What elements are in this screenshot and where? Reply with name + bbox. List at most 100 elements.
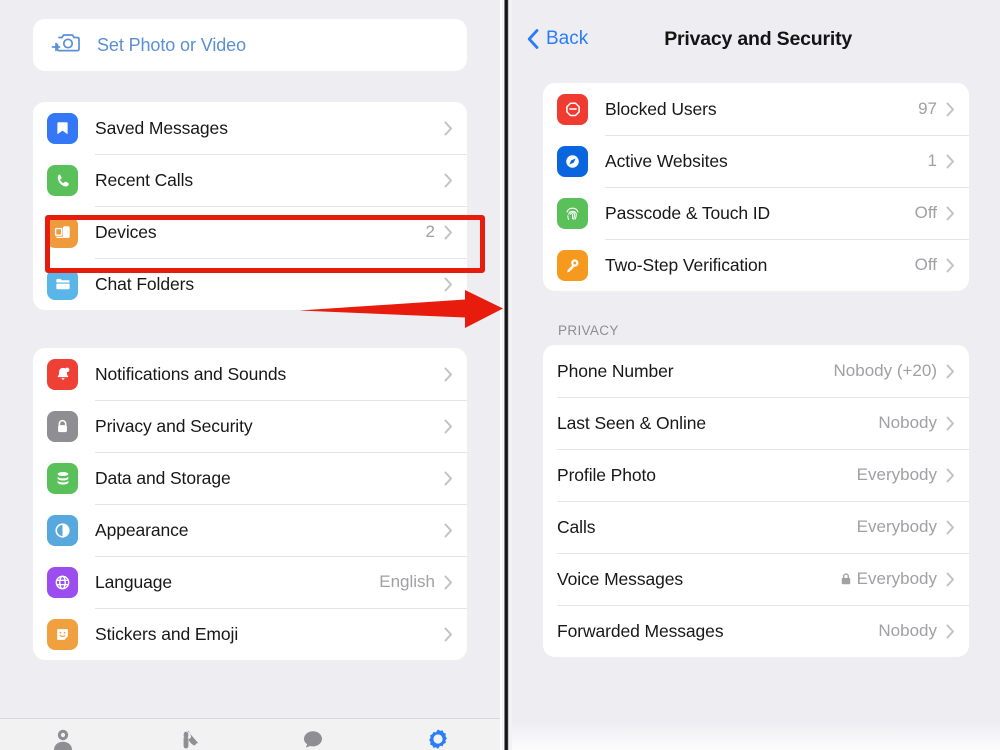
privacy-row-value-wrap: Everybody [840,569,937,589]
security-row-passcode-touch-id[interactable]: Passcode & Touch ID Off [543,187,969,239]
privacy-section-header: PRIVACY [558,323,619,338]
privacy-row-value: Everybody [856,569,937,588]
privacy-row-label: Calls [557,516,596,537]
settings-row-appearance[interactable]: Appearance [33,504,467,556]
privacy-row-value: Nobody [878,621,937,640]
settings-row-data-storage[interactable]: Data and Storage [33,452,467,504]
settings-row-label: Chat Folders [95,273,194,294]
privacy-row-phone-number[interactable]: Phone Number Nobody (+20) [543,345,969,397]
privacy-row-voice-messages[interactable]: Voice Messages Everybody [543,553,969,605]
privacy-card: Phone Number Nobody (+20) Last Seen & On… [543,345,969,657]
security-row-blocked-users[interactable]: Blocked Users 97 [543,83,969,135]
settings-panel: Set Photo or Video Saved Messages Recent… [0,0,500,750]
tab-contacts[interactable] [0,719,125,750]
privacy-row-label: Voice Messages [557,568,684,589]
chevron-right-icon [444,627,452,641]
settings-row-privacy-security[interactable]: Privacy and Security [33,400,467,452]
back-label: Back [546,28,589,49]
chevron-right-icon [444,173,452,187]
database-icon [47,462,78,494]
bottom-fade-overlay [512,722,1000,750]
tab-calls[interactable] [125,719,250,750]
chevron-right-icon [946,102,954,116]
account-settings-card: Saved Messages Recent Calls Devices 2 Ch… [33,102,467,310]
key-icon [557,249,588,281]
security-row-active-websites[interactable]: Active Websites 1 [543,135,969,187]
panel-divider [500,0,512,750]
fingerprint-icon [557,197,588,229]
chevron-right-icon [946,572,954,586]
settings-row-label: Privacy and Security [95,415,253,436]
settings-row-label: Appearance [95,519,189,540]
chevron-right-icon [444,277,452,291]
calls-icon [183,730,198,749]
chevron-right-icon [946,258,954,272]
nav-bar: Back Privacy and Security [512,22,1000,56]
security-card: Blocked Users 97 Active Websites 1 Passc… [543,83,969,291]
settings-row-label: Devices [95,221,157,242]
privacy-row-value: Everybody [856,465,937,484]
security-row-label: Blocked Users [605,98,717,119]
settings-row-devices[interactable]: Devices 2 [33,206,467,258]
settings-row-label: Stickers and Emoji [95,623,239,644]
chevron-right-icon [946,468,954,482]
devices-icon [47,216,78,248]
settings-row-label: Data and Storage [95,467,231,488]
security-row-label: Active Websites [605,150,728,171]
globe-icon [47,566,78,598]
privacy-row-label: Profile Photo [557,464,656,485]
phone-icon [47,164,78,196]
privacy-row-profile-photo[interactable]: Profile Photo Everybody [543,449,969,501]
settings-row-label: Recent Calls [95,169,194,190]
contrast-icon [47,514,78,546]
privacy-row-value: Everybody [856,517,937,536]
contacts-icon [53,729,72,750]
block-icon [557,93,588,125]
security-row-label: Two-Step Verification [605,254,768,275]
chevron-right-icon [946,520,954,534]
chats-icon [303,731,322,748]
privacy-row-calls[interactable]: Calls Everybody [543,501,969,553]
chevron-right-icon [444,121,452,135]
settings-row-label: Saved Messages [95,117,228,138]
chevron-right-icon [946,154,954,168]
settings-row-value: 2 [425,222,435,241]
screenshot-root: Set Photo or Video Saved Messages Recent… [0,0,1000,750]
settings-row-notifications[interactable]: Notifications and Sounds [33,348,467,400]
security-row-value: Off [914,203,937,222]
chevron-right-icon [946,416,954,430]
set-photo-label: Set Photo or Video [97,34,246,55]
privacy-row-last-seen-online[interactable]: Last Seen & Online Nobody [543,397,969,449]
privacy-row-label: Phone Number [557,360,674,381]
tab-settings[interactable] [375,719,500,750]
settings-row-label: Notifications and Sounds [95,363,287,384]
settings-row-saved-messages[interactable]: Saved Messages [33,102,467,154]
chevron-right-icon [946,206,954,220]
compass-icon [557,145,588,177]
security-row-value: Off [914,255,937,274]
privacy-row-forwarded-messages[interactable]: Forwarded Messages Nobody [543,605,969,657]
privacy-row-label: Forwarded Messages [557,620,724,641]
privacy-row-label: Last Seen & Online [557,412,706,433]
chevron-right-icon [444,225,452,239]
bottom-tab-bar [0,718,500,750]
security-row-value: 1 [927,151,937,170]
settings-row-recent-calls[interactable]: Recent Calls [33,154,467,206]
chevron-right-icon [444,367,452,381]
privacy-security-panel: Back Privacy and Security Blocked Users … [512,0,1000,750]
settings-row-language[interactable]: Language English [33,556,467,608]
security-row-value: 97 [918,99,937,118]
chevron-right-icon [946,624,954,638]
back-button[interactable]: Back [526,28,588,50]
security-row-label: Passcode & Touch ID [605,202,771,223]
app-settings-card: Notifications and Sounds Privacy and Sec… [33,348,467,660]
bell-icon [47,358,78,390]
chevron-right-icon [444,471,452,485]
chevron-left-icon [527,29,539,49]
tab-chats[interactable] [250,719,375,750]
set-photo-row[interactable]: Set Photo or Video [33,19,467,71]
settings-row-stickers-emoji[interactable]: Stickers and Emoji [33,608,467,660]
security-row-two-step-verification[interactable]: Two-Step Verification Off [543,239,969,291]
gear-icon [428,729,447,749]
settings-row-chat-folders[interactable]: Chat Folders [33,258,467,310]
